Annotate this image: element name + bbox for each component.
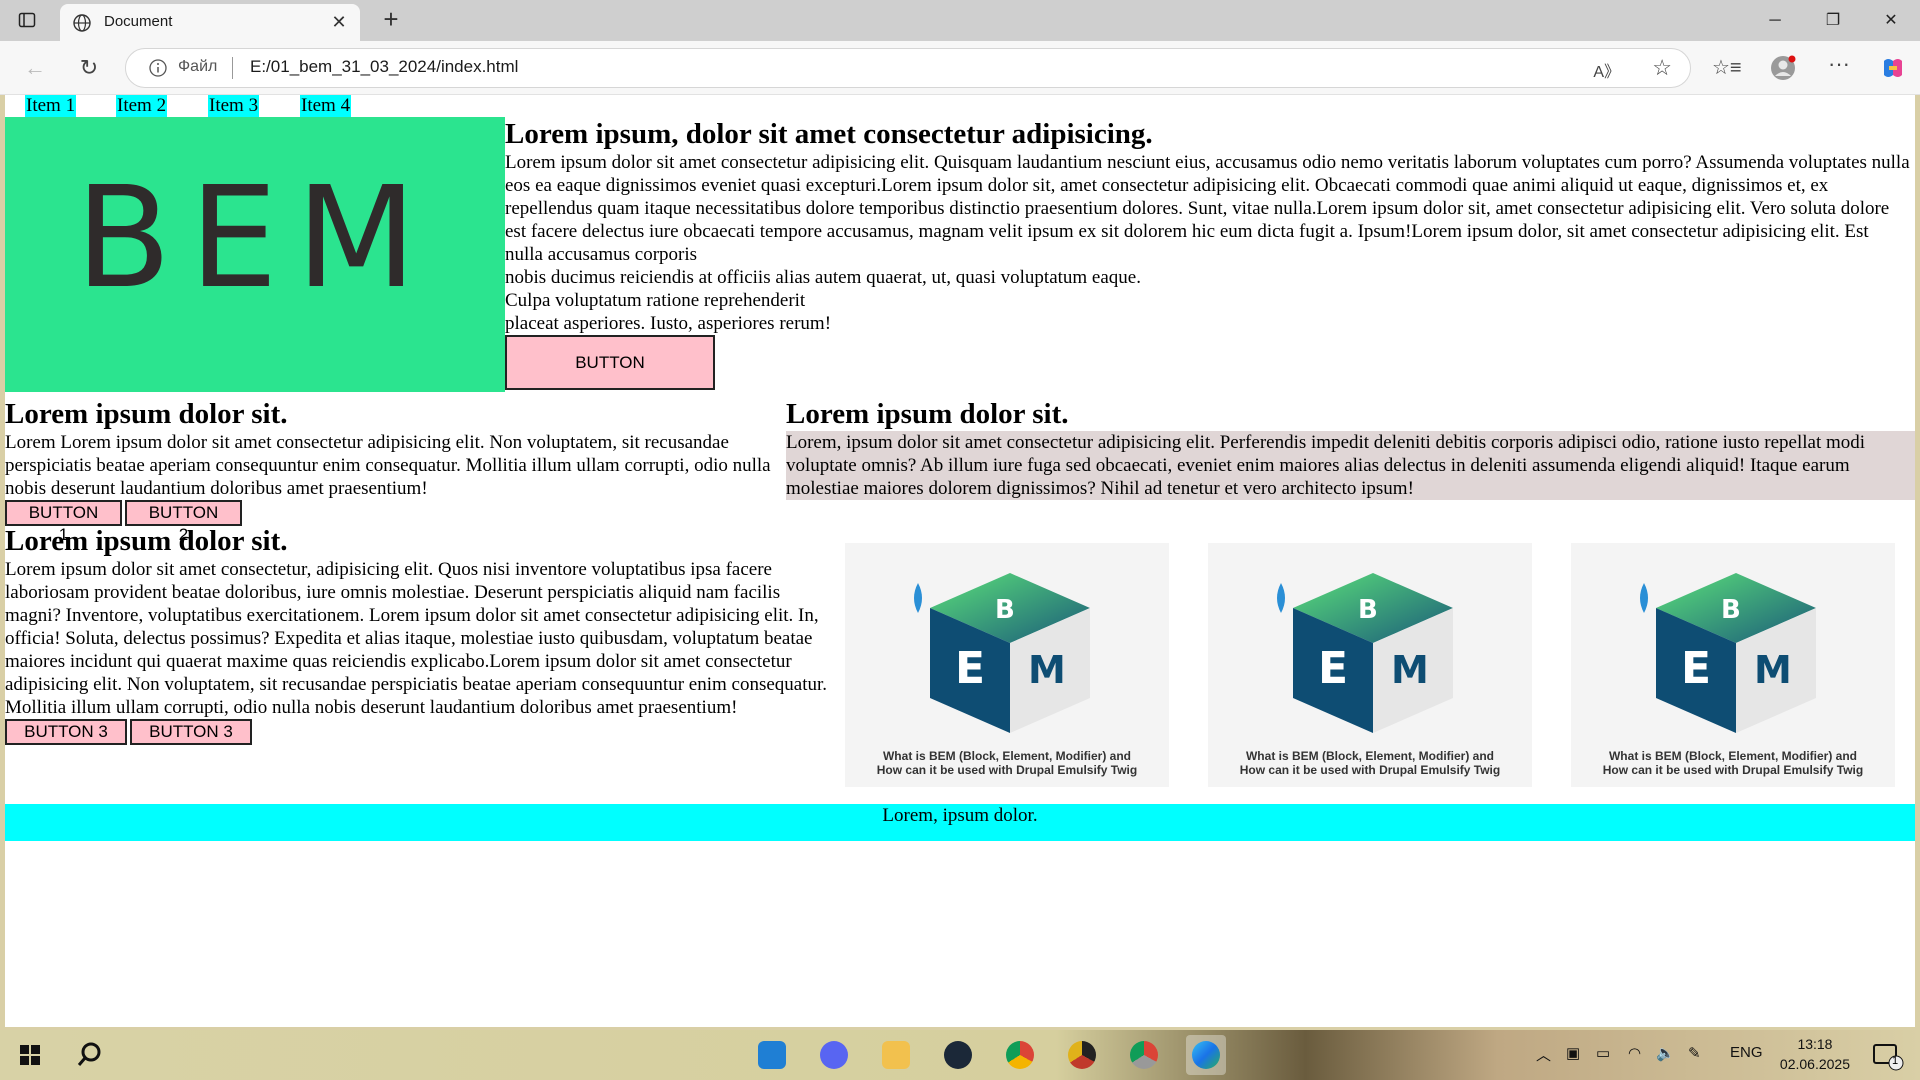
- hero-title: Lorem ipsum, dolor sit amet consectetur …: [505, 118, 1153, 150]
- search-icon[interactable]: [70, 1035, 110, 1075]
- button-2[interactable]: BUTTON 2: [125, 500, 242, 544]
- site-info-label[interactable]: Файл: [178, 58, 217, 76]
- more-icon[interactable]: ···: [1826, 51, 1852, 77]
- svg-text:M: M: [1754, 648, 1792, 692]
- menu-item-3[interactable]: Item 3: [208, 95, 260, 117]
- discord-icon[interactable]: [814, 1035, 854, 1075]
- svg-text:E: E: [1318, 643, 1348, 694]
- profile-avatar-icon[interactable]: [1770, 55, 1796, 81]
- menu-item-2[interactable]: Item 2: [116, 95, 168, 117]
- pen-icon[interactable]: ✎: [1688, 1044, 1701, 1062]
- svg-text:M: M: [1028, 648, 1066, 692]
- wifi-icon[interactable]: ◠: [1628, 1044, 1641, 1062]
- refresh-icon[interactable]: ↻: [76, 55, 102, 81]
- back-icon[interactable]: ←: [22, 55, 48, 81]
- favorites-icon[interactable]: ☆≡: [1712, 55, 1742, 81]
- tab-actions-icon[interactable]: [18, 11, 36, 29]
- file-explorer-icon[interactable]: [876, 1035, 916, 1075]
- right-block-title: Lorem ipsum dolor sit.: [786, 398, 1069, 430]
- bem-cube-icon: B E M: [1640, 573, 1816, 733]
- chrome-canary-icon[interactable]: [1062, 1035, 1102, 1075]
- clock-date: 02.06.2025: [1779, 1056, 1850, 1072]
- hero-line-4: placeat asperiores. Iusto, asperiores re…: [505, 313, 832, 334]
- minimize-icon[interactable]: ─: [1746, 0, 1804, 41]
- button-3b[interactable]: BUTTON 3: [130, 719, 252, 745]
- card-caption: What is BEM (Block, Element, Modifier) a…: [876, 749, 1138, 777]
- bem-card-image: B E M What is BEM (Block, Element, Modif…: [1571, 543, 1895, 787]
- svg-text:E: E: [955, 643, 985, 694]
- svg-text:M: M: [1391, 648, 1429, 692]
- battery-icon[interactable]: ▭: [1596, 1044, 1610, 1062]
- close-tab-icon[interactable]: ✕: [330, 13, 348, 31]
- second-block: Lorem ipsum dolor sit. Lorem ipsum dolor…: [5, 524, 835, 745]
- info-icon[interactable]: [148, 58, 168, 78]
- second-block-paragraph: Lorem ipsum dolor sit amet consectetur, …: [5, 559, 828, 695]
- page-viewport: Item 1 Item 2 Item 3 Item 4 BEM Lorem ip…: [5, 95, 1915, 1027]
- taskbar: ︿ ▣ ▭ ◠ 🔈 ✎ ENG 13:18 02.06.2025 1: [0, 1030, 1920, 1080]
- button-1[interactable]: BUTTON 1: [5, 500, 122, 544]
- bem-card-image: B E M What is BEM (Block, Element, Modif…: [845, 543, 1169, 787]
- svg-text:B: B: [995, 595, 1015, 625]
- menu-item-1[interactable]: Item 1: [25, 95, 77, 117]
- bem-card-image: B E M What is BEM (Block, Element, Modif…: [1208, 543, 1532, 787]
- bem-logo-text: BEM: [75, 157, 435, 320]
- second-block-title: Lorem ipsum dolor sit.: [5, 525, 288, 557]
- card-caption: What is BEM (Block, Element, Modifier) a…: [1239, 749, 1501, 777]
- tab-strip: Document ✕ + ─ ❐ ✕: [0, 0, 1920, 41]
- browser-toolbar: ← ↻ Файл E:/01_bem_31_03_2024/index.html…: [0, 41, 1920, 95]
- volume-icon[interactable]: 🔈: [1656, 1044, 1675, 1062]
- edge-icon[interactable]: [1186, 1035, 1226, 1075]
- button-3a[interactable]: BUTTON 3: [5, 719, 127, 745]
- notification-count: 1: [1892, 1055, 1899, 1067]
- chrome-dev-icon[interactable]: [1124, 1035, 1164, 1075]
- svg-text:E: E: [1681, 643, 1711, 694]
- right-block: Lorem ipsum dolor sit. Lorem, ipsum dolo…: [786, 397, 1915, 500]
- bem-cube-icon: B E M: [1277, 573, 1453, 733]
- copilot-icon[interactable]: [1880, 55, 1906, 81]
- hero-line-2: nobis ducimus reiciendis at officiis ali…: [505, 267, 1141, 288]
- vscode-icon[interactable]: [752, 1035, 792, 1075]
- tab-title: Document: [104, 13, 173, 30]
- globe-icon: [72, 13, 92, 33]
- chrome-icon[interactable]: [1000, 1035, 1040, 1075]
- left-block-paragraph: Lorem Lorem ipsum dolor sit amet consect…: [5, 432, 771, 499]
- hero-paragraph: Lorem ipsum dolor sit amet consectetur a…: [505, 152, 1910, 265]
- svg-text:B: B: [1721, 595, 1741, 625]
- notifications-icon[interactable]: 1: [1866, 1035, 1906, 1075]
- svg-text:B: B: [1358, 595, 1378, 625]
- steam-icon[interactable]: [938, 1035, 978, 1075]
- hero-button[interactable]: BUTTON: [505, 335, 715, 390]
- page-footer: Lorem, ipsum dolor.: [5, 804, 1915, 841]
- left-block: Lorem ipsum dolor sit. Lorem Lorem ipsum…: [5, 397, 780, 545]
- language-indicator[interactable]: ENG: [1730, 1044, 1763, 1061]
- clock-time: 13:18: [1797, 1036, 1833, 1052]
- second-block-line-2: Mollitia illum ullam corrupti, odio null…: [5, 697, 738, 718]
- bem-cube-icon: B E M: [914, 573, 1090, 733]
- right-block-paragraph: Lorem, ipsum dolor sit amet consectetur …: [786, 431, 1915, 500]
- windows-start-icon[interactable]: [10, 1035, 50, 1075]
- tray-app-icon[interactable]: ▣: [1566, 1044, 1580, 1062]
- bem-logo-image: BEM: [5, 117, 505, 392]
- window-close-icon[interactable]: ✕: [1862, 0, 1920, 41]
- restore-icon[interactable]: ❐: [1804, 0, 1862, 41]
- hero-text: Lorem ipsum, dolor sit amet consectetur …: [505, 117, 1910, 390]
- read-aloud-icon[interactable]: A》: [1593, 58, 1620, 82]
- address-bar[interactable]: Файл E:/01_bem_31_03_2024/index.html A》 …: [125, 48, 1691, 88]
- clock[interactable]: 13:18 02.06.2025: [1780, 1034, 1850, 1074]
- tray-chevron-icon[interactable]: ︿: [1536, 1044, 1551, 1065]
- tab-document[interactable]: Document ✕: [60, 4, 360, 41]
- address-separator: [232, 57, 233, 79]
- new-tab-icon[interactable]: +: [378, 6, 404, 34]
- url-text[interactable]: E:/01_bem_31_03_2024/index.html: [250, 57, 518, 77]
- hero-line-3: Culpa voluptatum ratione reprehenderit: [505, 290, 806, 311]
- left-block-title: Lorem ipsum dolor sit.: [5, 398, 288, 430]
- menu-item-4[interactable]: Item 4: [300, 95, 352, 117]
- star-icon[interactable]: ☆: [1652, 55, 1672, 81]
- card-caption: What is BEM (Block, Element, Modifier) a…: [1602, 749, 1864, 777]
